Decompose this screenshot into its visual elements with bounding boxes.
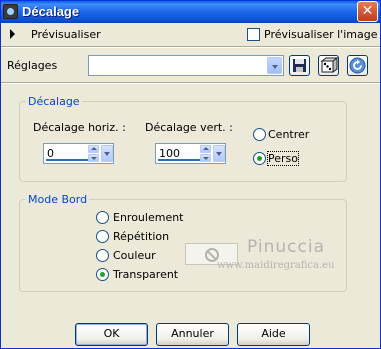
horizontal-offset-slider[interactable] xyxy=(46,159,88,161)
vertical-offset-input[interactable]: 100 xyxy=(155,143,226,164)
vertical-offset-stepper[interactable] xyxy=(200,145,211,162)
decrement-button[interactable] xyxy=(88,154,99,162)
repeat-radio[interactable] xyxy=(96,230,109,243)
horizontal-offset-label: Décalage horiz. : xyxy=(33,121,126,134)
settings-label: Réglages xyxy=(7,59,58,72)
center-radio-label[interactable]: Centrer xyxy=(268,128,309,141)
settings-dropdown-button[interactable] xyxy=(267,57,282,74)
random-preset-button[interactable] xyxy=(318,55,339,76)
decrement-button[interactable] xyxy=(200,154,211,162)
ok-button[interactable]: OK xyxy=(75,323,148,346)
preview-image-checkbox[interactable] xyxy=(247,28,260,41)
save-preset-button[interactable] xyxy=(289,55,310,76)
save-icon xyxy=(293,59,306,72)
window-title: Décalage xyxy=(22,4,80,19)
watermark-url: www.maidiregrafica.eu xyxy=(217,260,335,271)
custom-radio[interactable] xyxy=(253,152,266,165)
offset-group-title: Décalage xyxy=(26,95,82,108)
cancel-button[interactable]: Annuler xyxy=(156,323,229,346)
close-icon: ✕ xyxy=(361,3,374,19)
increment-button[interactable] xyxy=(200,145,211,153)
center-radio[interactable] xyxy=(253,128,266,141)
edge-mode-group-title: Mode Bord xyxy=(26,193,90,206)
horizontal-offset-stepper[interactable] xyxy=(88,145,99,162)
help-button[interactable]: Aide xyxy=(237,323,310,346)
horizontal-offset-dropdown[interactable] xyxy=(101,145,113,162)
dice-icon xyxy=(320,57,339,73)
color-radio-label[interactable]: Couleur xyxy=(113,249,156,262)
wrap-radio[interactable] xyxy=(96,211,109,224)
horizontal-offset-input[interactable]: 0 xyxy=(43,143,114,164)
increment-button[interactable] xyxy=(88,145,99,153)
reset-icon xyxy=(349,57,366,74)
separator xyxy=(1,46,380,48)
dialog-window: Décalage ✕ Prévisualiser Prévisualiser l… xyxy=(0,0,381,349)
preview-image-label: Prévisualiser l'image xyxy=(264,28,378,41)
custom-radio-label[interactable]: Perso xyxy=(267,151,299,166)
transparent-radio[interactable] xyxy=(96,268,109,281)
vertical-offset-slider[interactable] xyxy=(158,159,200,161)
reset-preset-button[interactable] xyxy=(347,55,368,76)
color-radio[interactable] xyxy=(96,249,109,262)
repeat-radio-label[interactable]: Répétition xyxy=(113,230,169,243)
vertical-offset-dropdown[interactable] xyxy=(213,145,225,162)
watermark-name: Pinuccia xyxy=(247,237,325,257)
offset-group xyxy=(19,101,347,182)
settings-combo[interactable] xyxy=(88,55,284,76)
title-bar[interactable]: Décalage ✕ xyxy=(1,1,380,23)
separator xyxy=(1,82,380,84)
transparent-radio-label[interactable]: Transparent xyxy=(113,268,178,281)
preview-label[interactable]: Prévisualiser xyxy=(31,28,101,41)
preview-toggle-icon[interactable] xyxy=(10,29,15,39)
vertical-offset-label: Décalage vert. : xyxy=(145,121,233,134)
wrap-radio-label[interactable]: Enroulement xyxy=(113,211,184,224)
app-icon xyxy=(3,4,18,19)
close-button[interactable]: ✕ xyxy=(357,1,378,22)
